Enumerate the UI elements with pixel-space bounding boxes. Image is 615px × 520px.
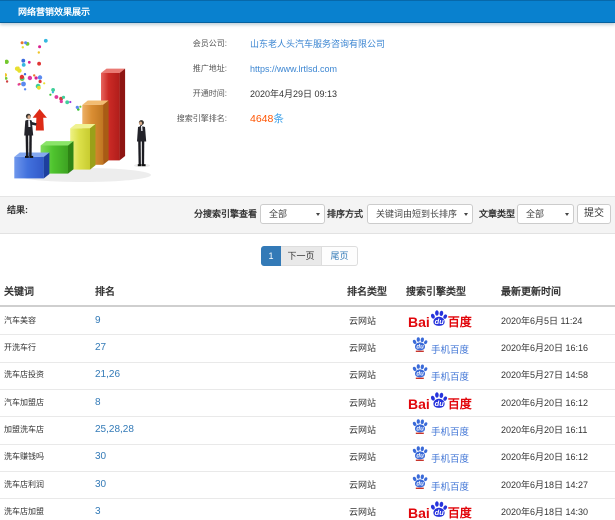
svg-text:du: du	[416, 481, 424, 487]
svg-text:du: du	[434, 317, 444, 326]
svg-text:du: du	[416, 372, 424, 378]
svg-text:du: du	[416, 427, 424, 433]
svg-text:du: du	[434, 399, 444, 408]
svg-text:du: du	[434, 509, 444, 518]
svg-text:du: du	[416, 345, 424, 351]
svg-text:du: du	[416, 454, 424, 460]
